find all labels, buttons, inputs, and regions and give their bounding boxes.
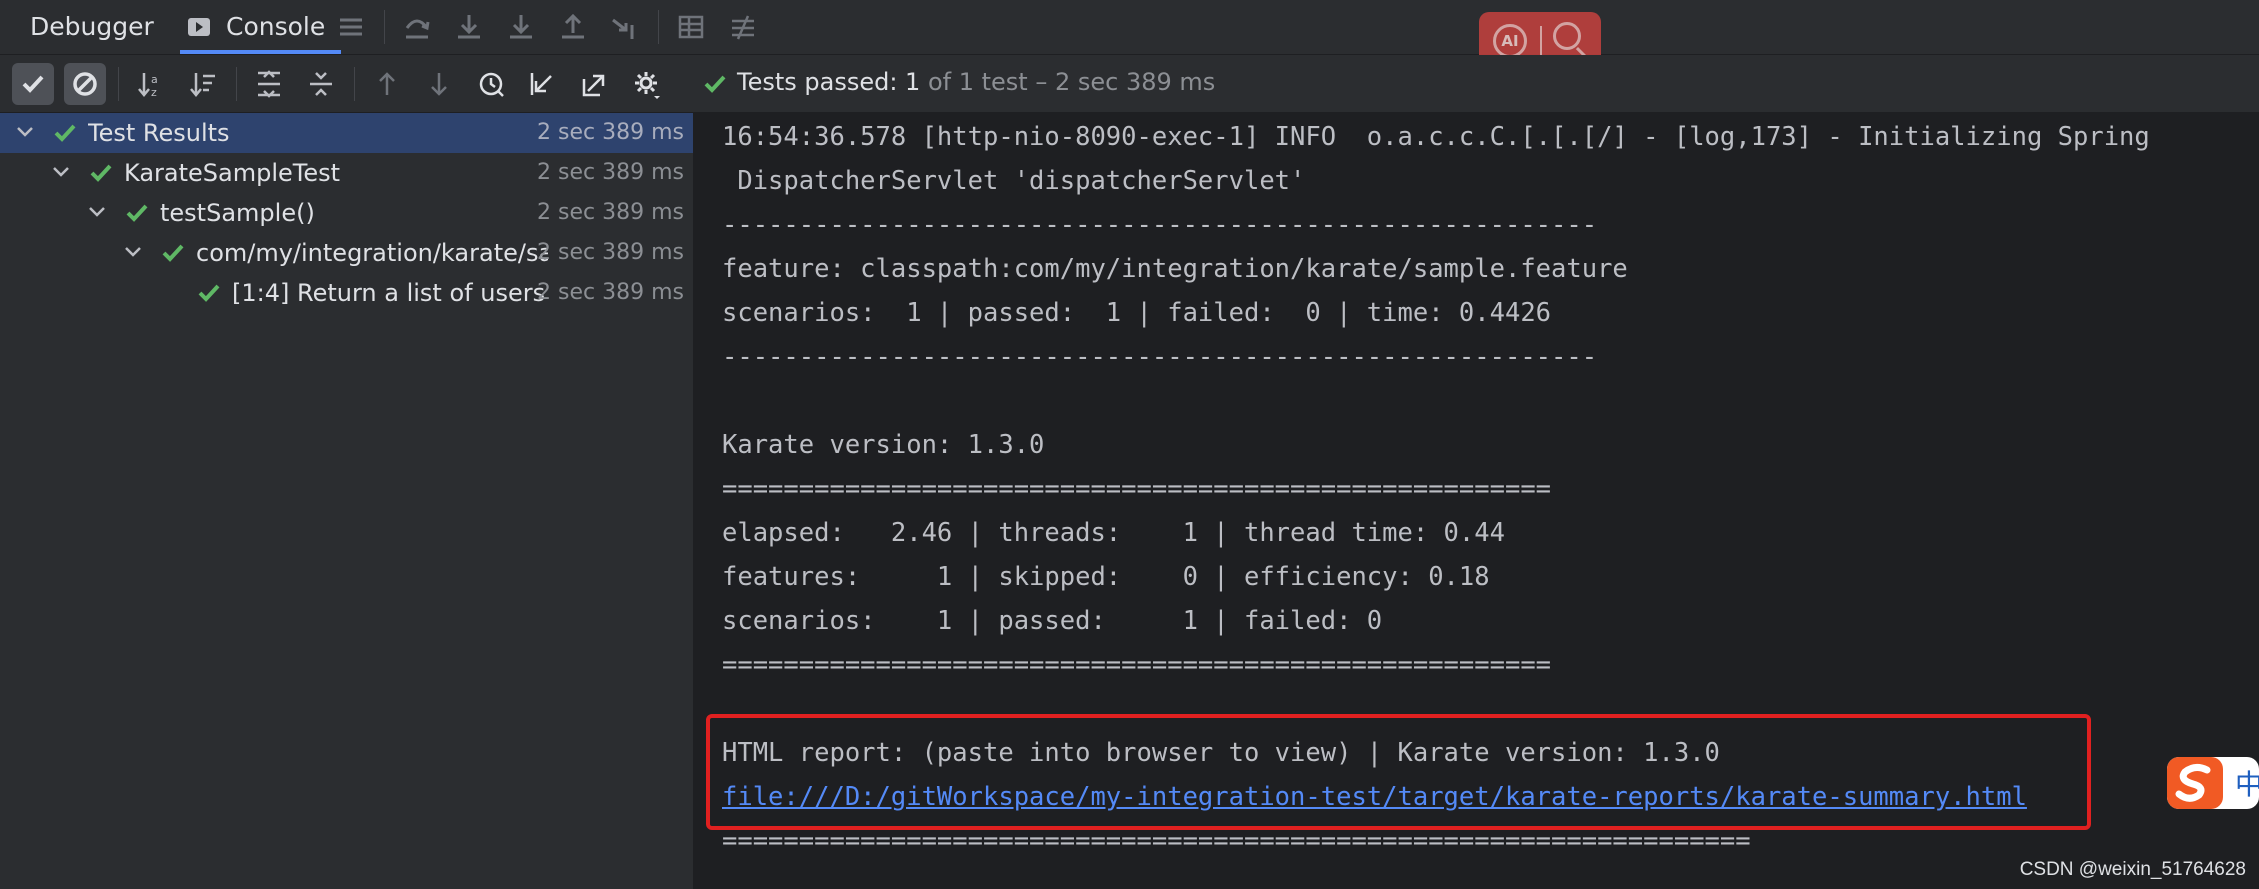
history-clock-icon [479, 72, 504, 97]
export-tests-button[interactable] [574, 63, 616, 105]
ignored-icon [73, 72, 97, 96]
force-step-into-icon[interactable] [506, 12, 536, 42]
step-into-icon[interactable] [454, 12, 484, 42]
tree-row-duration: 2 sec 389 ms [537, 240, 684, 265]
tree-row-label: testSample() [160, 199, 315, 227]
tree-row-duration: 2 sec 389 ms [537, 120, 684, 145]
tree-row-duration: 2 sec 389 ms [537, 160, 684, 185]
console-line: elapsed: 2.46 | threads: 1 | thread time… [722, 518, 1505, 548]
toolbar-separator [658, 10, 659, 44]
tool-window-tab-bar: Debugger Console AI [0, 0, 2259, 70]
previous-failed-button[interactable] [366, 63, 408, 105]
check-icon [90, 164, 112, 182]
tab-console[interactable]: Console [180, 0, 342, 54]
tree-row-test-results[interactable]: Test Results 2 sec 389 ms [0, 113, 693, 153]
arrow-down-icon [431, 73, 447, 96]
console-line: Karate version: 1.3.0 [722, 430, 1045, 460]
chevron-down-icon[interactable] [122, 241, 144, 263]
sort-alphabetically-button[interactable]: az [130, 63, 172, 105]
toolbar-separator [354, 67, 355, 101]
next-failed-button[interactable] [418, 63, 460, 105]
tree-row-feature[interactable]: com/my/integration/karate/sample 2 sec 3… [0, 233, 693, 273]
tree-row-label: Test Results [88, 119, 230, 147]
test-status-summary: Tests passed: 1 of 1 test – 2 sec 389 ms [737, 67, 1215, 97]
export-icon [582, 74, 605, 97]
console-line: scenarios: 1 | passed: 1 | failed: 0 [722, 606, 1383, 636]
console-line: ========================================… [722, 474, 1552, 504]
show-passed-button[interactable] [12, 63, 54, 105]
import-icon [530, 73, 552, 95]
toolbar-separator [384, 10, 385, 44]
active-tab-indicator [180, 50, 342, 54]
trace-icon[interactable] [728, 12, 758, 42]
import-tests-button[interactable] [522, 63, 564, 105]
tests-passed-detail: of 1 test – 2 sec 389 ms [927, 68, 1216, 96]
tree-row-label: [1:4] Return a list of users [232, 279, 546, 307]
show-ignored-button[interactable] [64, 63, 106, 105]
expand-all-button[interactable] [248, 63, 290, 105]
console-line: features: 1 | skipped: 0 | efficiency: 0… [722, 562, 1490, 592]
tree-row-label: KarateSampleTest [124, 159, 341, 187]
run-to-cursor-icon[interactable] [610, 12, 640, 42]
arrow-up-icon [379, 72, 395, 95]
console-line: ========================================… [722, 826, 1751, 856]
sort-duration-icon [190, 73, 215, 97]
test-results-tree: Test Results 2 sec 389 ms KarateSampleTe… [0, 113, 694, 889]
menu-lines-icon[interactable] [336, 12, 366, 42]
tree-row-duration: 2 sec 389 ms [537, 280, 684, 305]
check-icon [54, 124, 76, 142]
console-line: 16:54:36.578 [http-nio-8090-exec-1] INFO… [722, 122, 2150, 152]
console-line: DispatcherServlet 'dispatcherServlet' [722, 166, 1306, 196]
svg-text:a: a [151, 73, 158, 86]
sort-alpha-icon: az [138, 73, 158, 99]
console-line: feature: classpath:com/my/integration/ka… [722, 254, 1628, 284]
test-history-button[interactable] [470, 63, 512, 105]
console-line: scenarios: 1 | passed: 1 | failed: 0 | t… [722, 298, 1552, 328]
check-icon [198, 284, 220, 302]
toolbar-separator [236, 67, 237, 101]
input-method-icon[interactable]: 中 [2165, 754, 2259, 812]
tests-passed-label: Tests passed: 1 [737, 68, 921, 96]
search-icon[interactable] [1553, 22, 1581, 50]
collapse-all-icon [310, 72, 332, 96]
tab-debugger[interactable]: Debugger [30, 0, 154, 54]
collapse-all-button[interactable] [300, 63, 342, 105]
settings-button[interactable] [626, 63, 668, 105]
tab-console-label: Console [226, 12, 326, 41]
ai-icon[interactable]: AI [1493, 24, 1527, 58]
report-highlight-box [706, 714, 2091, 830]
tree-row-test-class[interactable]: KarateSampleTest 2 sec 389 ms [0, 153, 693, 193]
check-icon [22, 75, 44, 93]
gear-icon [635, 72, 660, 99]
ime-mode-label: 中 [2235, 768, 2259, 801]
tree-row-duration: 2 sec 389 ms [537, 200, 684, 225]
check-icon [126, 204, 148, 222]
chevron-down-icon[interactable] [50, 161, 72, 183]
ai-widget-separator [1540, 26, 1542, 56]
toolbar-separator [118, 67, 119, 101]
step-over-icon[interactable] [402, 12, 432, 42]
console-line: ----------------------------------------… [722, 210, 1598, 240]
svg-text:z: z [151, 86, 157, 99]
tree-row-test-method[interactable]: testSample() 2 sec 389 ms [0, 193, 693, 233]
chevron-down-icon[interactable] [14, 121, 36, 143]
step-out-icon[interactable] [558, 12, 588, 42]
console-output[interactable]: 16:54:36.578 [http-nio-8090-exec-1] INFO… [694, 113, 2259, 889]
check-icon [162, 244, 184, 262]
chevron-down-icon[interactable] [86, 201, 108, 223]
sort-by-duration-button[interactable] [182, 63, 224, 105]
evaluate-table-icon[interactable] [676, 12, 706, 42]
watermark: CSDN @weixin_51764628 [2019, 859, 2246, 880]
tests-passed-check-icon [704, 75, 726, 93]
test-runner-toolbar: az Tests passed: 1 of 1 test – 2 sec 389… [0, 55, 2259, 113]
console-icon [188, 18, 210, 36]
console-line: ========================================… [722, 650, 1552, 680]
tree-row-label: com/my/integration/karate/sample [196, 239, 548, 267]
console-line: ----------------------------------------… [722, 342, 1598, 372]
expand-all-icon [258, 70, 280, 98]
tree-row-scenario[interactable]: [1:4] Return a list of users 2 sec 389 m… [0, 273, 693, 313]
